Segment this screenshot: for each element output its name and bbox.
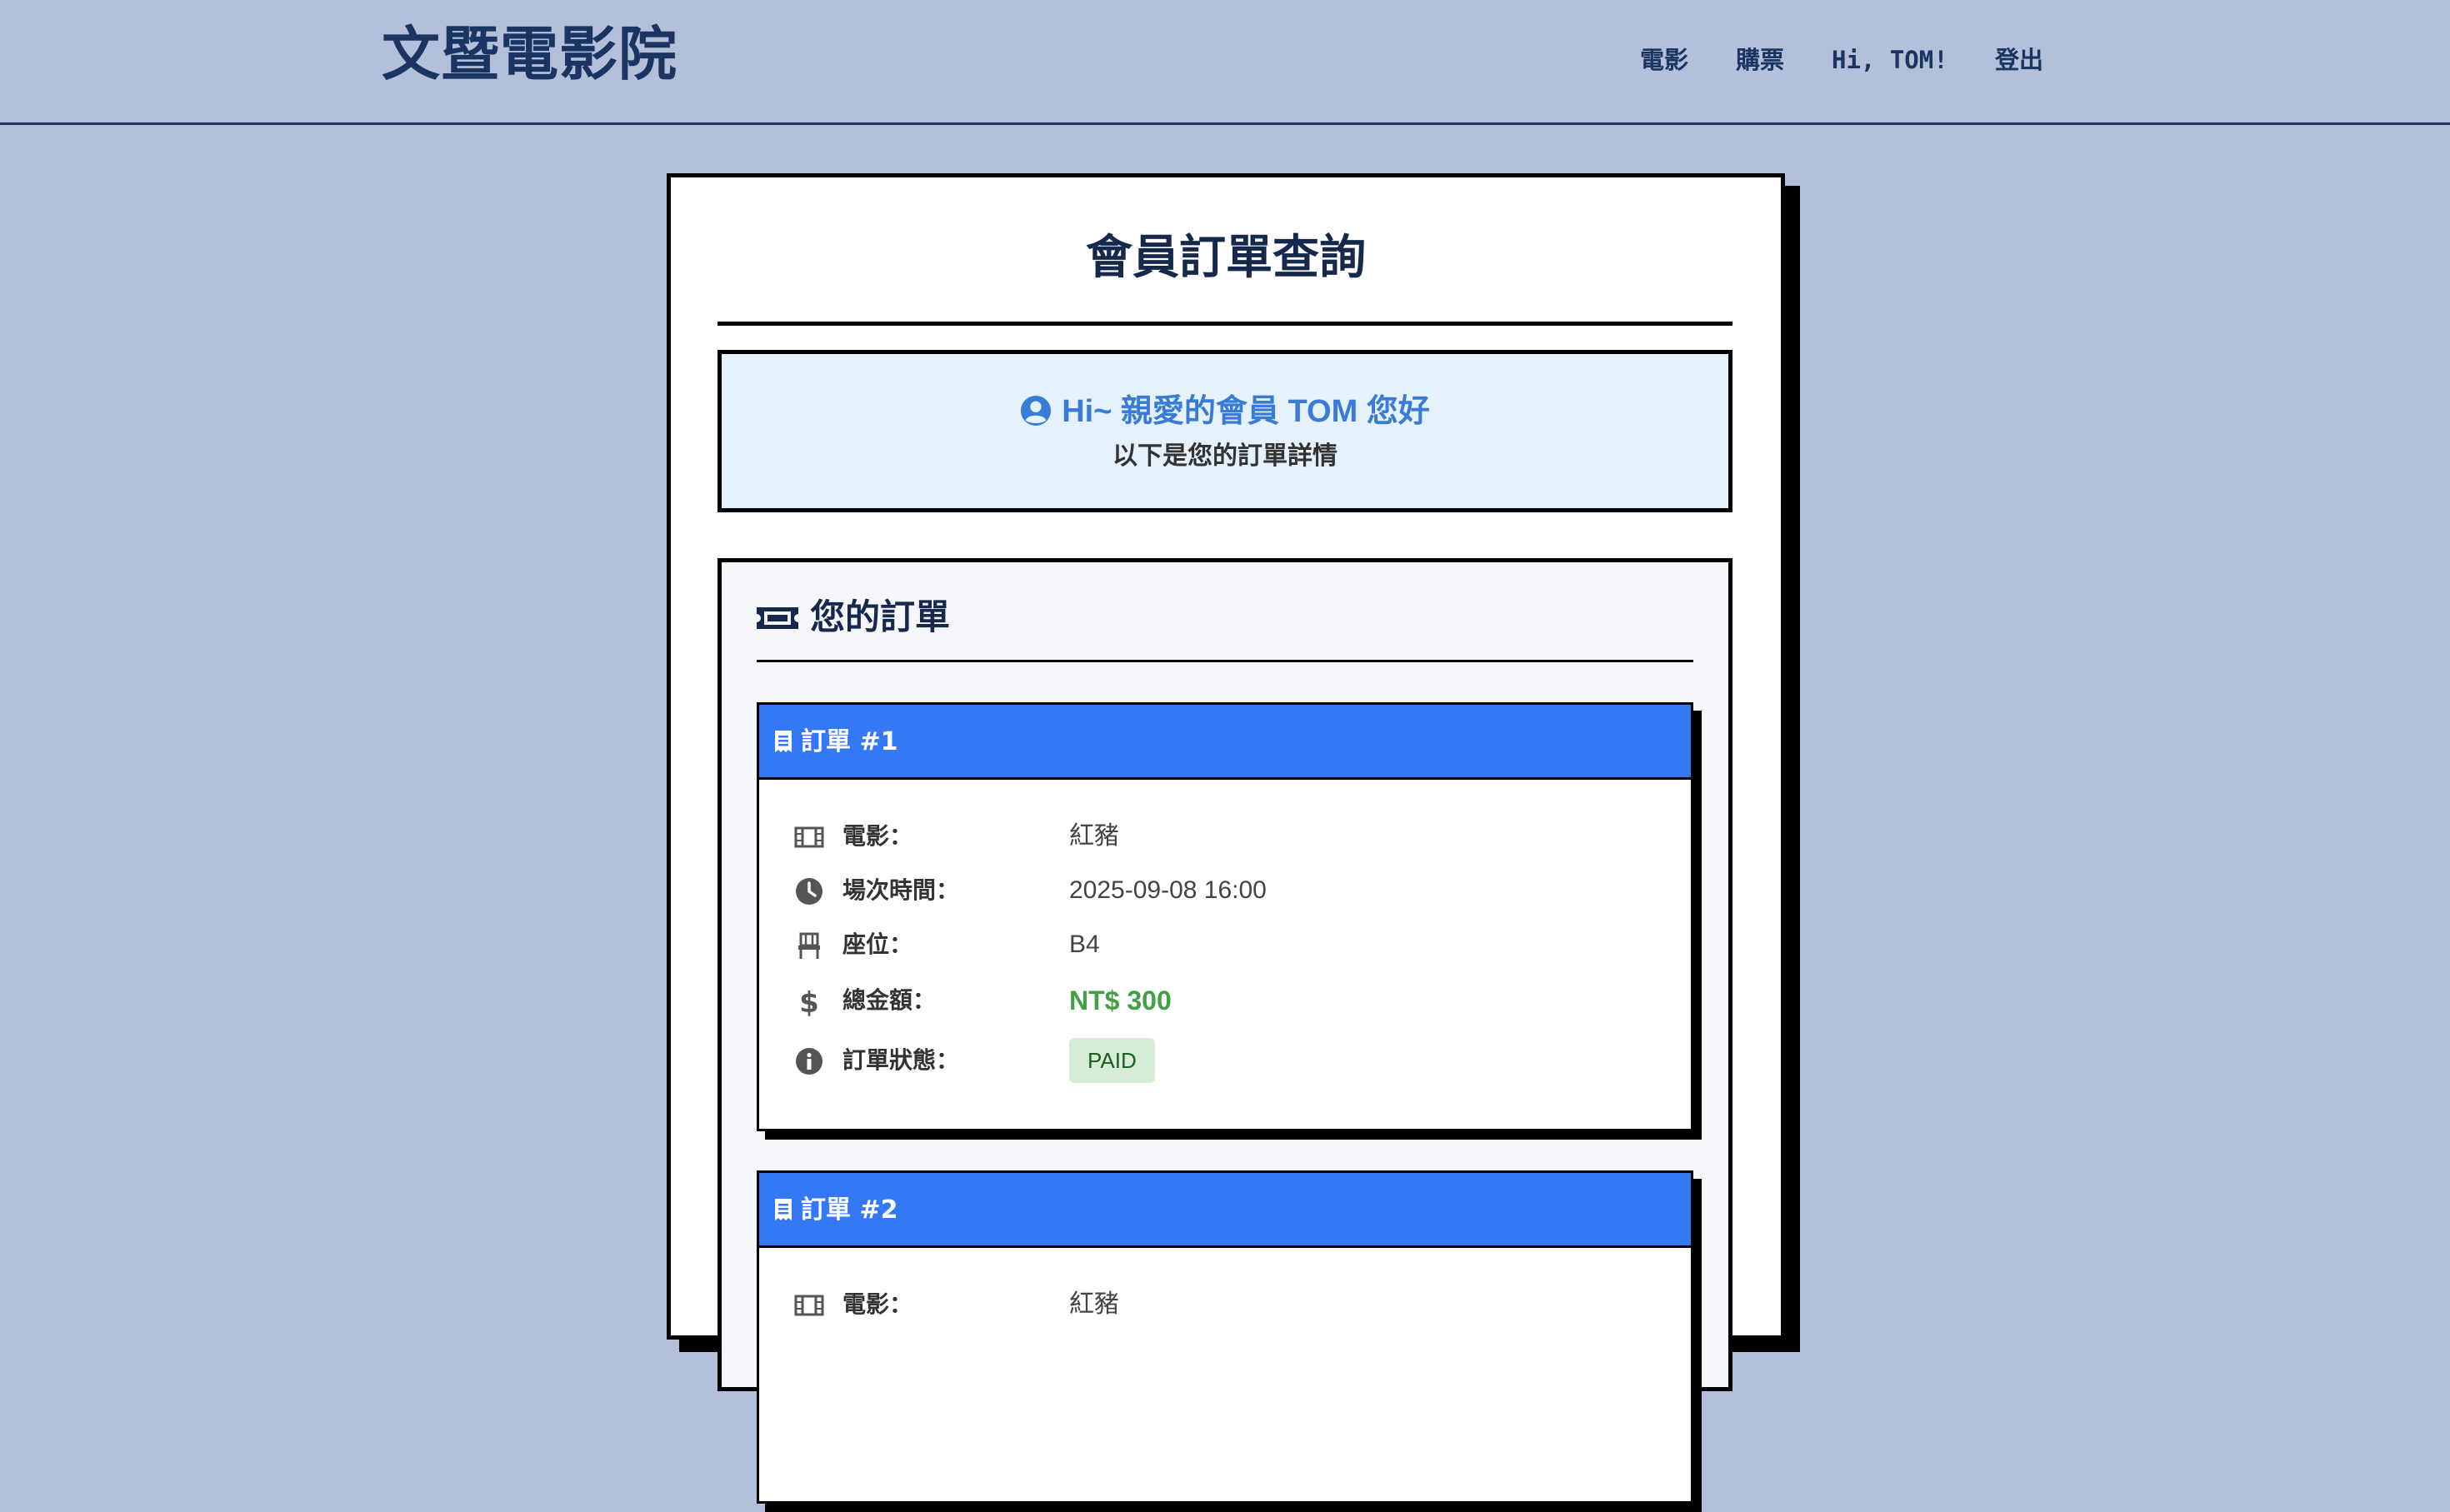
showtime-label: 場次時間： bbox=[842, 876, 960, 904]
total-label: 總金額： bbox=[842, 986, 937, 1014]
receipt-icon bbox=[775, 731, 792, 752]
title-divider bbox=[718, 322, 1732, 326]
chair-icon bbox=[798, 932, 820, 959]
order-row-movie: 電影： 紅豬 bbox=[794, 1284, 1661, 1325]
nav-movies[interactable]: 電影 bbox=[1640, 42, 1688, 78]
film-icon bbox=[794, 826, 824, 848]
ticket-icon bbox=[757, 607, 798, 629]
movie-value: 紅豬 bbox=[1069, 1290, 1119, 1318]
order-row-showtime: 場次時間： 2025-09-08 16:00 bbox=[794, 870, 1661, 911]
nav-buy-tickets[interactable]: 購票 bbox=[1736, 42, 1784, 78]
order-row-movie: 電影： 紅豬 bbox=[794, 816, 1661, 857]
user-circle-icon bbox=[1021, 395, 1052, 427]
order-row-seat: 座位： B4 bbox=[794, 924, 1661, 966]
site-header: 文暨電影院 電影 購票 Hi, TOM! 登出 bbox=[0, 0, 2450, 125]
orders-panel: 您的訂單 訂單 #1 電影： 紅豬 場次時間： 2025-09-08 16:00… bbox=[718, 558, 1732, 1512]
welcome-banner: Hi~ 親愛的會員 TOM 您好 以下是您的訂單詳情 bbox=[718, 350, 1732, 512]
welcome-subtitle: 以下是您的訂單詳情 bbox=[1112, 442, 1338, 471]
nav-logout[interactable]: 登出 bbox=[1995, 42, 2043, 78]
dollar-icon: $ bbox=[799, 986, 819, 1016]
site-logo[interactable]: 文暨電影院 bbox=[382, 18, 678, 90]
movie-label: 電影： bbox=[842, 822, 913, 850]
nav-user-greeting[interactable]: Hi, TOM! bbox=[1832, 42, 1948, 78]
svg-text:$: $ bbox=[799, 986, 819, 1016]
welcome-greeting: Hi~ 親愛的會員 TOM 您好 bbox=[722, 391, 1728, 432]
order-header: 訂單 #2 bbox=[759, 1173, 1691, 1248]
order-header: 訂單 #1 bbox=[759, 705, 1691, 780]
clock-icon bbox=[796, 878, 822, 905]
orders-divider bbox=[757, 660, 1693, 662]
orders-heading: 您的訂單 bbox=[757, 592, 950, 642]
info-icon bbox=[796, 1048, 822, 1075]
order-row-total: $ 總金額： NT$ 300 bbox=[794, 980, 1661, 1021]
order-row-status: 訂單狀態： PAID bbox=[794, 1038, 1661, 1083]
order-card: 訂單 #2 電影： 紅豬 bbox=[757, 1170, 1693, 1504]
page-title: 會員訂單查詢 bbox=[1086, 231, 1366, 285]
order-title: 訂單 #1 bbox=[801, 727, 898, 756]
status-badge: PAID bbox=[1069, 1038, 1155, 1083]
seat-label: 座位： bbox=[842, 931, 913, 958]
welcome-greeting-text: Hi~ 親愛的會員 TOM 您好 bbox=[1062, 394, 1430, 429]
showtime-value: 2025-09-08 16:00 bbox=[1069, 876, 1267, 904]
order-card: 訂單 #1 電影： 紅豬 場次時間： 2025-09-08 16:00 座位： … bbox=[757, 702, 1693, 1131]
order-title: 訂單 #2 bbox=[801, 1195, 898, 1225]
movie-value: 紅豬 bbox=[1069, 822, 1119, 850]
orders-card: 會員訂單查詢 Hi~ 親愛的會員 TOM 您好 以下是您的訂單詳情 您的訂單 訂… bbox=[667, 173, 1785, 1512]
seat-value: B4 bbox=[1069, 931, 1100, 958]
film-icon bbox=[794, 1295, 824, 1316]
movie-label: 電影： bbox=[842, 1290, 913, 1318]
orders-heading-text: 您的訂單 bbox=[810, 596, 951, 637]
total-value: NT$ 300 bbox=[1069, 986, 1172, 1015]
receipt-icon bbox=[775, 1199, 792, 1220]
status-label: 訂單狀態： bbox=[842, 1046, 960, 1074]
